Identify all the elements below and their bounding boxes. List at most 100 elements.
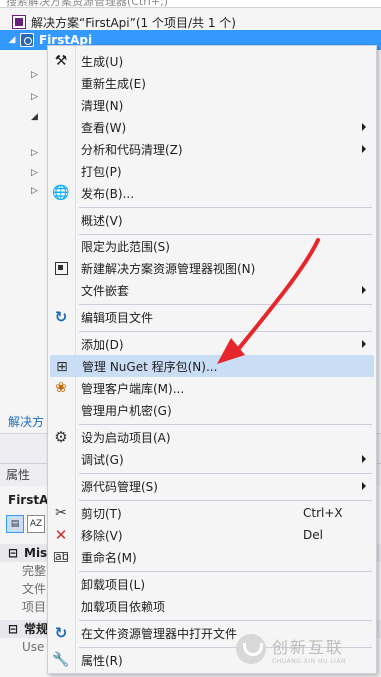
alphabetical-view-icon[interactable]: AZ (27, 515, 45, 533)
tree-item-solution[interactable]: 解决方案“FirstApi”(1 个项目/共 1 个) (0, 12, 381, 32)
expand-arrow-icon[interactable]: ▷ (31, 186, 38, 196)
menu-separator (79, 331, 372, 332)
collapse-minus-icon[interactable]: ⊟ (8, 544, 18, 562)
watermark-text: 创新互联 CHUANG XIN HU LIAN (272, 634, 346, 665)
menu-separator (79, 620, 372, 621)
menu-item-manage-client-libraries[interactable]: ❀ 管理客户端库(M)... (50, 377, 374, 399)
menu-item-clean[interactable]: 清理(N) (50, 94, 374, 116)
menu-item-load-dependencies[interactable]: 加载项目依赖项 (50, 595, 374, 617)
solution-label: 解决方案“FirstApi”(1 个项目/共 1 个) (31, 15, 236, 30)
menu-item-label: 概述(V) (81, 213, 123, 228)
menu-item-label: 管理 NuGet 程序包(N)... (82, 359, 218, 374)
menu-item-rebuild[interactable]: 重新生成(E) (50, 72, 374, 94)
project-context-menu: ⚒ 生成(U) 重新生成(E) 清理(N) 查看(W) 分析和代码清理(Z) 打… (47, 45, 377, 674)
menu-item-label: 清理(N) (81, 98, 124, 113)
collapse-arrow-icon[interactable]: ◢ (31, 112, 38, 122)
menu-item-source-control[interactable]: 源代码管理(S) (50, 475, 374, 497)
solution-explorer-tab[interactable]: 解决方 (8, 413, 44, 430)
menu-item-label: 文件嵌套 (81, 283, 130, 298)
watermark-logo: 创新互联 CHUANG XIN HU LIAN (236, 624, 379, 674)
menu-item-analyze[interactable]: 分析和代码清理(Z) (50, 138, 374, 160)
menu-separator (79, 304, 372, 305)
solution-icon (12, 15, 26, 29)
submenu-arrow-icon (362, 340, 366, 348)
property-category-label: Mis (24, 546, 48, 560)
menu-separator (79, 571, 372, 572)
scissors-icon: ✂ (55, 505, 67, 521)
watermark-subtitle: CHUANG XIN HU LIAN (272, 657, 347, 665)
menu-item-label: 调试(G) (81, 452, 124, 467)
menu-item-build[interactable]: ⚒ 生成(U) (50, 50, 374, 72)
menu-item-label: 新建解决方案资源管理器视图(N) (81, 261, 256, 276)
submenu-arrow-icon (362, 455, 366, 463)
menu-item-set-startup[interactable]: ⚙ 设为启动项目(A) (50, 426, 374, 448)
rename-box: ab (54, 550, 69, 563)
submenu-arrow-icon (362, 145, 366, 153)
collapse-minus-icon[interactable]: ⊟ (8, 620, 18, 638)
menu-separator (79, 207, 372, 208)
menu-item-label: 查看(W) (81, 120, 127, 135)
menu-item-label: 剪切(T) (81, 506, 122, 521)
menu-item-label: 添加(D) (81, 337, 124, 352)
globe-icon: 🌐 (52, 185, 70, 201)
collapse-arrow-icon[interactable]: ◢ (6, 35, 18, 45)
menu-item-shortcut: Del (303, 528, 323, 542)
refresh-icon: ↻ (54, 624, 68, 642)
menu-item-label: 设为启动项目(A) (81, 430, 171, 445)
menu-separator (79, 424, 372, 425)
property-category-label: 常规 (24, 622, 49, 636)
menu-item-label: 重新生成(E) (81, 76, 146, 91)
expand-arrow-icon[interactable]: ▷ (31, 70, 38, 80)
menu-item-label: 分析和代码清理(Z) (81, 142, 183, 157)
client-library-icon: ❀ (55, 380, 67, 396)
wrench-icon: 🔧 (52, 652, 70, 668)
properties-toolbar: ▤ AZ (6, 515, 45, 535)
menu-separator (79, 500, 372, 501)
menu-item-file-nesting[interactable]: 文件嵌套 (50, 279, 374, 301)
nuget-icon: ⊞ (56, 359, 68, 375)
menu-item-label: 加载项目依赖项 (81, 599, 166, 614)
menu-item-edit-project-file[interactable]: ↻ 编辑项目文件 (50, 306, 374, 328)
menu-item-label: 属性(R) (81, 653, 123, 668)
solution-search-placeholder: 搜索解决方案资源管理器(Ctrl+;) (6, 0, 169, 8)
new-view-shape (54, 261, 68, 275)
menu-item-label: 管理客户端库(M)... (81, 381, 185, 396)
menu-item-label: 发布(B)... (81, 186, 135, 201)
menu-item-label: 限定为此范围(S) (81, 239, 170, 254)
web-project-icon (20, 33, 34, 47)
menu-item-rename[interactable]: ab 重命名(M) (50, 546, 374, 568)
menu-item-new-view[interactable]: 新建解决方案资源管理器视图(N) (50, 257, 374, 279)
watermark-title: 创新互联 (272, 637, 345, 657)
submenu-arrow-icon (362, 482, 366, 490)
build-icon: ⚒ (54, 53, 68, 69)
expand-arrow-icon[interactable]: ▷ (31, 168, 38, 178)
rename-icon: ab (53, 549, 69, 565)
menu-item-pack[interactable]: 打包(P) (50, 160, 374, 182)
menu-separator (79, 473, 372, 474)
expand-arrow-icon[interactable]: ▷ (31, 92, 38, 102)
menu-item-label: 卸载项目(L) (81, 577, 146, 592)
menu-item-publish[interactable]: 🌐 发布(B)... (50, 182, 374, 204)
menu-item-label: 在文件资源管理器中打开文件 (81, 626, 238, 641)
menu-item-cut[interactable]: ✂ 剪切(T) Ctrl+X (50, 502, 374, 524)
menu-item-label: 生成(U) (81, 54, 124, 69)
menu-item-label: 重命名(M) (81, 550, 137, 565)
menu-item-view[interactable]: 查看(W) (50, 116, 374, 138)
solution-search-box[interactable]: 搜索解决方案资源管理器(Ctrl+;) (0, 0, 381, 8)
properties-object-name[interactable]: FirstA (8, 493, 48, 507)
menu-item-remove[interactable]: ✕ 移除(V) Del (50, 524, 374, 546)
menu-item-scope[interactable]: 限定为此范围(S) (50, 235, 374, 257)
menu-item-overview[interactable]: 概述(V) (50, 209, 374, 231)
menu-item-unload-project[interactable]: 卸载项目(L) (50, 573, 374, 595)
new-view-icon (53, 260, 69, 276)
watermark-mark-icon (236, 634, 266, 664)
expand-arrow-icon[interactable]: ▷ (31, 148, 38, 158)
menu-item-label: 打包(P) (81, 164, 122, 179)
menu-item-manage-user-secrets[interactable]: 管理用户机密(G) (50, 399, 374, 421)
menu-item-label: 源代码管理(S) (81, 479, 158, 494)
menu-item-manage-nuget[interactable]: ⊞ 管理 NuGet 程序包(N)... (50, 355, 374, 377)
menu-item-add[interactable]: 添加(D) (50, 333, 374, 355)
categorized-view-icon[interactable]: ▤ (6, 515, 24, 533)
menu-item-debug[interactable]: 调试(G) (50, 448, 374, 470)
menu-item-shortcut: Ctrl+X (303, 506, 343, 520)
